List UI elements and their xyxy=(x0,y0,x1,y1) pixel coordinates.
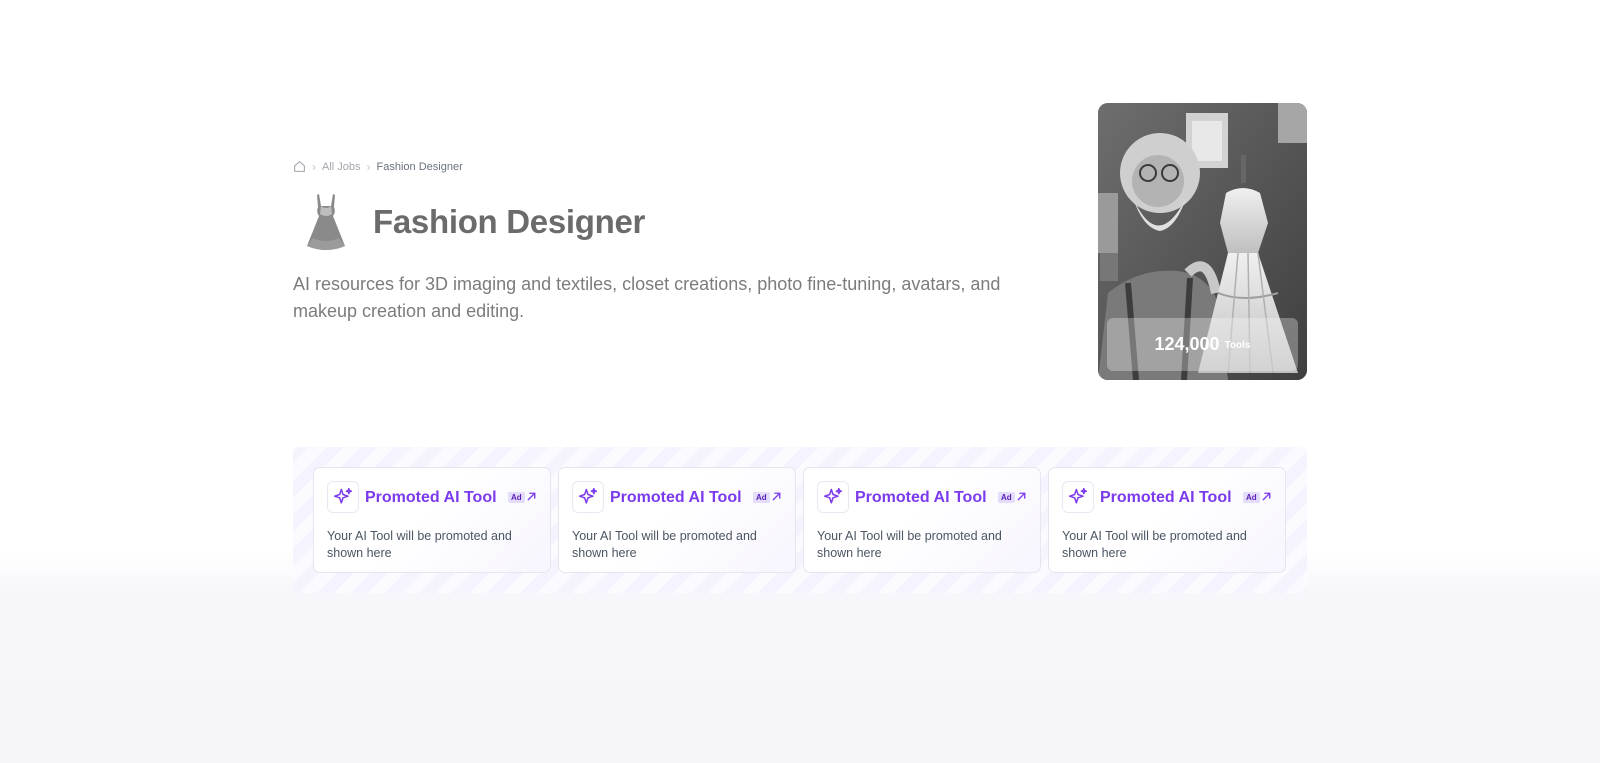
promoted-tool-title[interactable]: Promoted AI Tool xyxy=(610,489,742,507)
chevron-right-icon: › xyxy=(312,159,316,174)
promoted-tool-card[interactable]: Promoted AI Tool Ad Your AI Tool will be… xyxy=(558,467,796,573)
sparkles-icon xyxy=(817,481,849,513)
dress-icon xyxy=(293,190,359,254)
arrow-up-right-icon[interactable] xyxy=(525,490,538,503)
ad-badge: Ad xyxy=(508,492,525,503)
promoted-tool-description: Your AI Tool will be promoted and shown … xyxy=(1062,529,1247,560)
ad-badge: Ad xyxy=(998,492,1015,503)
tools-count: 124,000 xyxy=(1154,334,1220,354)
promoted-tool-title[interactable]: Promoted AI Tool xyxy=(365,489,497,507)
ad-badge: Ad xyxy=(753,492,770,503)
promoted-tool-description: Your AI Tool will be promoted and shown … xyxy=(572,529,757,560)
breadcrumb: › All Jobs › Fashion Designer xyxy=(293,160,463,173)
arrow-up-right-icon[interactable] xyxy=(1260,490,1273,503)
tools-count-badge: 124,000 Tools xyxy=(1107,318,1298,371)
page-content: › All Jobs › Fashion Designer Fashion De… xyxy=(293,0,1307,763)
sparkles-icon xyxy=(572,481,604,513)
tools-label: Tools xyxy=(1224,340,1251,351)
arrow-up-right-icon[interactable] xyxy=(770,490,783,503)
promoted-tool-description: Your AI Tool will be promoted and shown … xyxy=(817,529,1002,560)
page-title: Fashion Designer xyxy=(373,203,646,240)
ad-badge: Ad xyxy=(1243,492,1260,503)
promoted-tool-card[interactable]: Promoted AI Tool Ad Your AI Tool will be… xyxy=(313,467,551,573)
title-row: Fashion Designer xyxy=(293,190,645,254)
chevron-right-icon: › xyxy=(366,159,371,174)
sparkles-icon xyxy=(1062,481,1094,513)
hero-image: 124,000 Tools xyxy=(1098,103,1307,380)
page-description: AI resources for 3D imaging and textiles… xyxy=(293,274,1001,321)
promoted-tool-card[interactable]: Promoted AI Tool Ad Your AI Tool will be… xyxy=(1048,467,1286,573)
breadcrumb-current: Fashion Designer xyxy=(376,160,463,173)
home-icon[interactable] xyxy=(293,160,306,173)
promoted-tools-strip: Promoted AI Tool Ad Your AI Tool will be… xyxy=(293,447,1307,593)
arrow-up-right-icon[interactable] xyxy=(1015,490,1028,503)
promoted-tool-description: Your AI Tool will be promoted and shown … xyxy=(327,529,512,560)
promoted-tool-card[interactable]: Promoted AI Tool Ad Your AI Tool will be… xyxy=(803,467,1041,573)
promoted-tool-title[interactable]: Promoted AI Tool xyxy=(855,489,987,507)
sparkles-icon xyxy=(327,481,359,513)
promoted-tool-title[interactable]: Promoted AI Tool xyxy=(1100,489,1232,507)
breadcrumb-link-all-jobs[interactable]: All Jobs xyxy=(322,161,361,173)
